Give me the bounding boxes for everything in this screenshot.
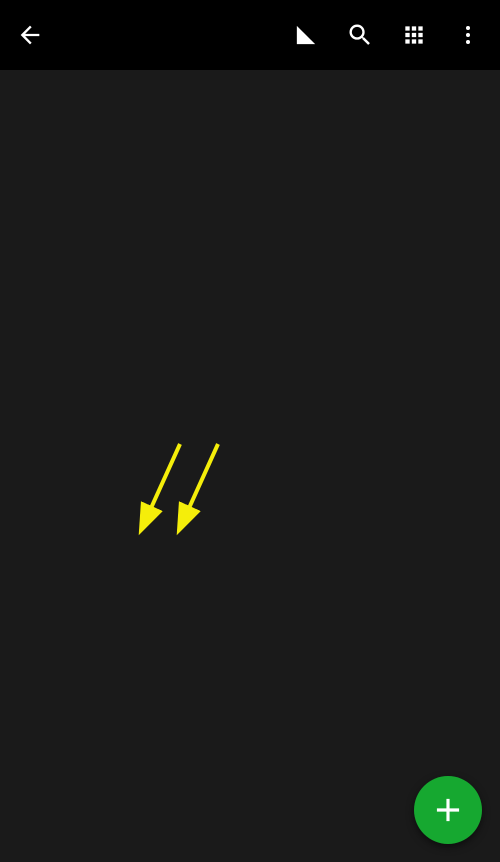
arrow-back-icon — [16, 21, 44, 49]
grid-view-button[interactable] — [398, 19, 430, 51]
grid-icon — [401, 22, 427, 48]
app-header — [0, 0, 500, 70]
storage-indicator-icon[interactable] — [290, 19, 322, 51]
search-icon — [346, 21, 374, 49]
back-button[interactable] — [10, 15, 50, 55]
file-list[interactable] — [0, 70, 500, 862]
plus-icon — [429, 791, 467, 829]
search-button[interactable] — [344, 19, 376, 51]
overflow-menu-button[interactable] — [452, 19, 484, 51]
more-vert-icon — [456, 23, 480, 47]
add-fab[interactable] — [414, 776, 482, 844]
header-actions — [290, 19, 484, 51]
